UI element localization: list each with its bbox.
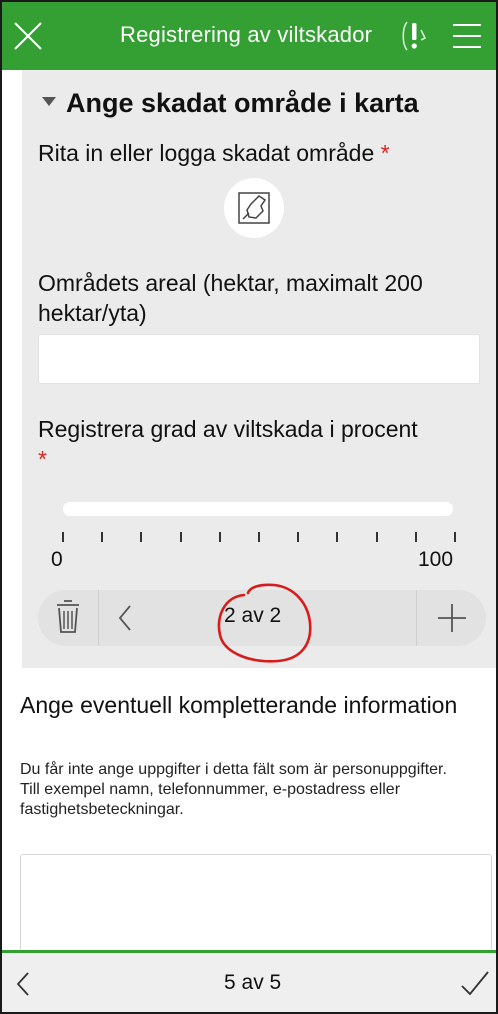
page-counter: 5 av 5 — [224, 971, 282, 994]
previous-repeat-button[interactable] — [98, 590, 154, 646]
slider-tick — [297, 532, 300, 542]
repeat-navigation-bar: 2 av 2 — [38, 590, 486, 646]
app-frame: Registrering av viltskador Ange skadat o… — [0, 0, 498, 1014]
required-asterisk: * — [380, 140, 390, 166]
slider-tick — [414, 532, 417, 542]
group-title-text: Ange skadat område i karta — [66, 88, 419, 118]
map-polygon-icon — [238, 192, 270, 224]
slider-tick — [62, 532, 64, 542]
damage-percent-slider[interactable] — [63, 502, 453, 516]
hamburger-menu-icon[interactable] — [451, 21, 483, 51]
slider-tick — [101, 532, 104, 542]
slider-tick — [375, 532, 378, 542]
chevron-left-icon[interactable] — [12, 969, 36, 999]
title-bar: Registrering av viltskador — [2, 2, 496, 70]
draw-area-label: Rita in eller logga skadat område — [38, 140, 375, 166]
checkmark-icon[interactable] — [460, 968, 490, 998]
damage-percent-question: Registrera grad av viltskada i procent * — [38, 414, 488, 474]
form-title: Registrering av viltskador — [120, 22, 373, 47]
trash-icon — [57, 600, 79, 633]
slider-tick — [218, 532, 221, 542]
slider-tick — [258, 532, 260, 542]
delete-repeat-button[interactable] — [38, 590, 99, 646]
draw-map-button[interactable] — [224, 178, 284, 238]
slider-tick — [454, 532, 456, 542]
damage-area-group: Ange skadat område i karta Rita in eller… — [22, 70, 496, 668]
required-asterisk: * — [38, 446, 47, 472]
area-input[interactable] — [38, 334, 480, 384]
area-question-label: Områdets areal (hektar, maximalt 200 hek… — [38, 270, 423, 326]
collapse-triangle-icon — [42, 97, 56, 107]
slider-tick — [179, 532, 182, 542]
additional-info-question: Ange eventuell kompletterande informatio… — [20, 692, 458, 718]
footer-navigation: 5 av 5 — [2, 950, 496, 1012]
group-header[interactable]: Ange skadat område i karta — [42, 88, 419, 119]
add-repeat-button[interactable] — [416, 590, 487, 646]
close-icon[interactable] — [12, 20, 44, 52]
slider-max-label: 100 — [418, 548, 454, 571]
additional-info-hint: Du får inte ange uppgifter i detta fält … — [20, 761, 447, 818]
chevron-left-icon — [118, 605, 131, 631]
damage-percent-label: Registrera grad av viltskada i procent — [38, 416, 418, 442]
gps-warning-icon[interactable] — [399, 18, 429, 54]
repeat-counter: 2 av 2 — [224, 604, 282, 627]
slider-min-label: 0 — [51, 548, 63, 571]
draw-area-question: Rita in eller logga skadat område * — [38, 138, 390, 168]
plus-icon — [438, 604, 466, 632]
slider-tick — [140, 532, 143, 542]
slider-tick — [336, 532, 339, 542]
